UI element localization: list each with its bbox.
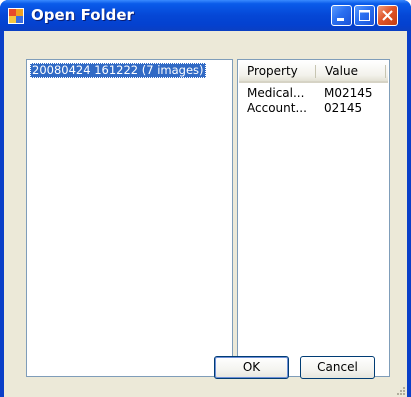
close-button[interactable] — [377, 5, 398, 26]
property-name: Account... — [247, 101, 307, 115]
minimize-button[interactable] — [331, 5, 352, 26]
folder-list[interactable]: 20080424 161222 (7 images) — [26, 59, 233, 377]
property-value: 02145 — [324, 101, 363, 115]
close-icon — [382, 10, 393, 21]
property-name: Medical... — [247, 86, 305, 100]
open-folder-dialog: Open Folder 20080424 161222 (7 images) P… — [0, 0, 411, 397]
title-bar[interactable]: Open Folder — [0, 0, 411, 31]
column-separator[interactable] — [315, 65, 316, 78]
minimize-icon — [337, 18, 344, 21]
column-header-property[interactable]: Property — [247, 61, 298, 81]
folder-list-item[interactable]: 20080424 161222 (7 images) — [30, 63, 206, 78]
property-value: M02145 — [324, 86, 373, 100]
maximize-button[interactable] — [354, 5, 375, 26]
column-header-value[interactable]: Value — [325, 61, 358, 81]
resize-grip-icon[interactable] — [395, 385, 405, 395]
property-row[interactable]: Medical... M02145 — [239, 86, 388, 100]
maximize-icon — [359, 10, 370, 21]
window-title: Open Folder — [31, 6, 134, 24]
folder-app-icon — [8, 8, 24, 24]
properties-list[interactable]: Property Value Medical... M02145 Account… — [237, 59, 390, 377]
property-row[interactable]: Account... 02145 — [239, 101, 388, 115]
cancel-button[interactable]: Cancel — [300, 356, 375, 379]
column-separator[interactable] — [385, 65, 386, 78]
properties-header: Property Value — [239, 61, 388, 83]
ok-button[interactable]: OK — [214, 356, 289, 379]
dialog-body: 20080424 161222 (7 images) Property Valu… — [4, 31, 407, 397]
